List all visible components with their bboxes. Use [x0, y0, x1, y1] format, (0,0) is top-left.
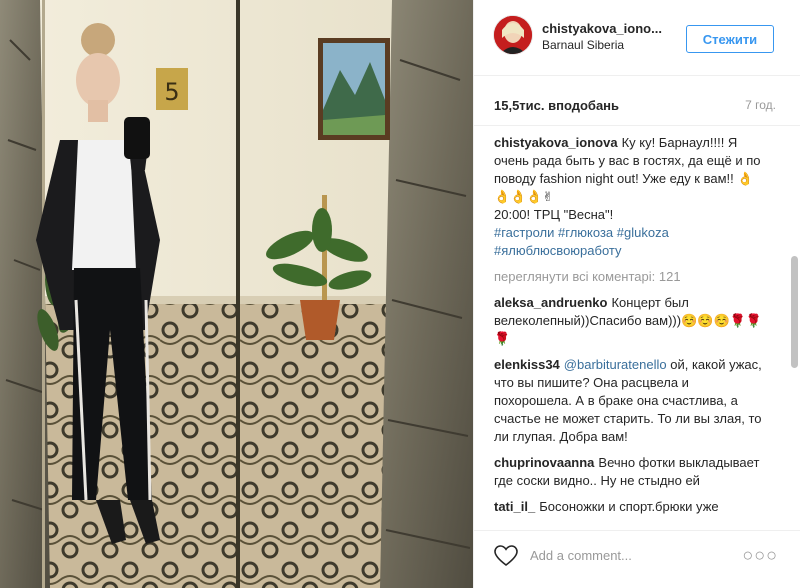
comment-item: tati_il_ Босоножки и спорт.брюки уже	[494, 498, 766, 516]
hashtag-link[interactable]: #гастроли	[494, 225, 554, 240]
comment-username[interactable]: chuprinovaanna	[494, 455, 594, 470]
likes-count[interactable]: 15,5тис. вподобань	[494, 98, 619, 113]
post-details-panel: chistyakova_iono... Barnaul Siberia Стеж…	[473, 0, 800, 588]
comment-item: elenkiss34 @barbituratenello ой, какой уж…	[494, 356, 766, 446]
comment-username[interactable]: aleksa_andruenko	[494, 295, 607, 310]
caption-username[interactable]: chistyakova_ionova	[494, 135, 618, 150]
comments-list[interactable]: chistyakova_ionova Ку ку! Барнаул!!!! Я о…	[474, 126, 800, 524]
follow-button[interactable]: Стежити	[686, 25, 774, 53]
photo-illustration: 5	[0, 0, 473, 588]
post-header: chistyakova_iono... Barnaul Siberia Стеж…	[474, 0, 800, 76]
post-time[interactable]: 7 год.	[745, 98, 776, 112]
comment-text: Босоножки и спорт.брюки уже	[539, 499, 719, 514]
comments-scrollbar[interactable]	[791, 256, 798, 368]
comment-username[interactable]: tati_il_	[494, 499, 535, 514]
avatar-image	[494, 16, 532, 54]
view-all-comments-link[interactable]: переглянути всі коментарі: 121	[494, 268, 766, 286]
add-comment-input[interactable]	[528, 547, 742, 564]
comment-item: chuprinovaanna Вечно фотки выкладывает гд…	[494, 454, 766, 490]
door-number: 5	[164, 78, 179, 106]
post-stats: 15,5тис. вподобань 7 год.	[474, 76, 800, 126]
hashtag-link[interactable]: #глюкоза	[558, 225, 613, 240]
hashtag-link[interactable]: #glukoza	[617, 225, 669, 240]
comment-mention[interactable]: @barbituratenello	[564, 357, 667, 372]
post-username[interactable]: chistyakova_iono...	[542, 21, 662, 36]
post-location[interactable]: Barnaul Siberia	[542, 38, 624, 52]
caption-text-2: 20:00! ТРЦ "Весна"!	[494, 207, 614, 222]
comment-username[interactable]: elenkiss34	[494, 357, 560, 372]
post-footer: ○○○	[474, 530, 800, 588]
heart-icon[interactable]	[494, 545, 518, 567]
hashtag-link[interactable]: #ялюблюсвоюработу	[494, 243, 622, 258]
avatar[interactable]	[494, 16, 532, 54]
caption: chistyakova_ionova Ку ку! Барнаул!!!! Я о…	[494, 134, 766, 260]
more-options-icon[interactable]: ○○○	[742, 545, 778, 566]
post-photo[interactable]: 5	[0, 0, 473, 588]
comment-item: aleksa_andruenko Концерт был велеколепный…	[494, 294, 766, 348]
